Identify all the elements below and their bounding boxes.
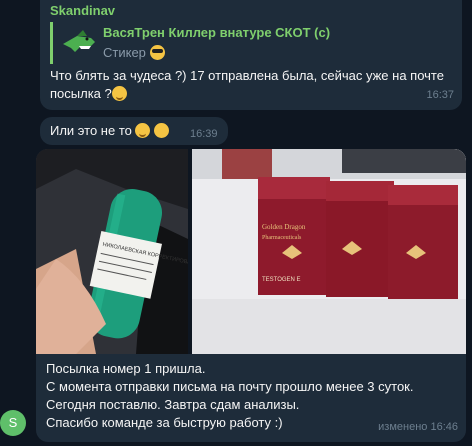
- brand-name: Golden Dragon: [262, 223, 306, 231]
- message-line: С момента отправки письма на почту прошл…: [46, 379, 414, 394]
- photo-vials[interactable]: Golden Dragon Pharmaceuticals TESTOGEN E: [192, 149, 466, 354]
- grimace-emoji-icon: [135, 123, 151, 138]
- chat-view: Skandinav ВасяТрен Киллер внатуре СКОТ (…: [0, 0, 472, 446]
- brand-subtitle: Pharmaceuticals: [262, 235, 302, 241]
- parcel-photo-image: НИКОЛАЕВСКАЯ КОРРЕКТИРОВАНИЕ ПОСЫЛКИ: [36, 149, 188, 354]
- message-bubble[interactable]: Skandinav ВасяТрен Киллер внатуре СКОТ (…: [40, 0, 462, 110]
- message-time: 16:39: [190, 128, 218, 140]
- vials-photo-image: Golden Dragon Pharmaceuticals TESTOGEN E: [192, 149, 466, 354]
- reply-title: ВасяТрен Киллер внатуре СКОТ (с): [103, 25, 331, 40]
- thinking-emoji-icon: [154, 123, 170, 138]
- message-time: изменено 16:46: [378, 421, 458, 433]
- avatar[interactable]: S: [0, 410, 26, 436]
- grin-emoji-icon: [111, 86, 127, 101]
- sender-name[interactable]: Skandinav: [50, 2, 115, 20]
- message-line: Посылка номер 1 пришла.: [46, 361, 206, 376]
- message-text: Что блять за чудеса ?) 17 отправлена был…: [50, 68, 444, 101]
- product-name: TESTOGEN E: [262, 277, 301, 283]
- reply-subtitle: Стикер: [103, 44, 165, 62]
- message-bubble[interactable]: Посылка номер 1 пришла. С момента отправ…: [36, 354, 466, 442]
- message-line: Сегодня поставлю. Завтра сдам анализы.: [46, 397, 300, 412]
- message-time: 16:37: [426, 89, 454, 101]
- photo-parcel[interactable]: НИКОЛАЕВСКАЯ КОРРЕКТИРОВАНИЕ ПОСЫЛКИ: [36, 149, 188, 354]
- reply-quote[interactable]: ВасяТрен Киллер внатуре СКОТ (с) Стикер: [50, 22, 410, 64]
- crocodile-sticker-icon: [63, 30, 95, 52]
- cool-face-emoji-icon: [149, 45, 165, 60]
- photo-album: НИКОЛАЕВСКАЯ КОРРЕКТИРОВАНИЕ ПОСЫЛКИ Gol…: [36, 149, 466, 354]
- message-text: Или это не то: [50, 123, 132, 138]
- message-bubble[interactable]: Или это не то 16:39: [40, 117, 228, 145]
